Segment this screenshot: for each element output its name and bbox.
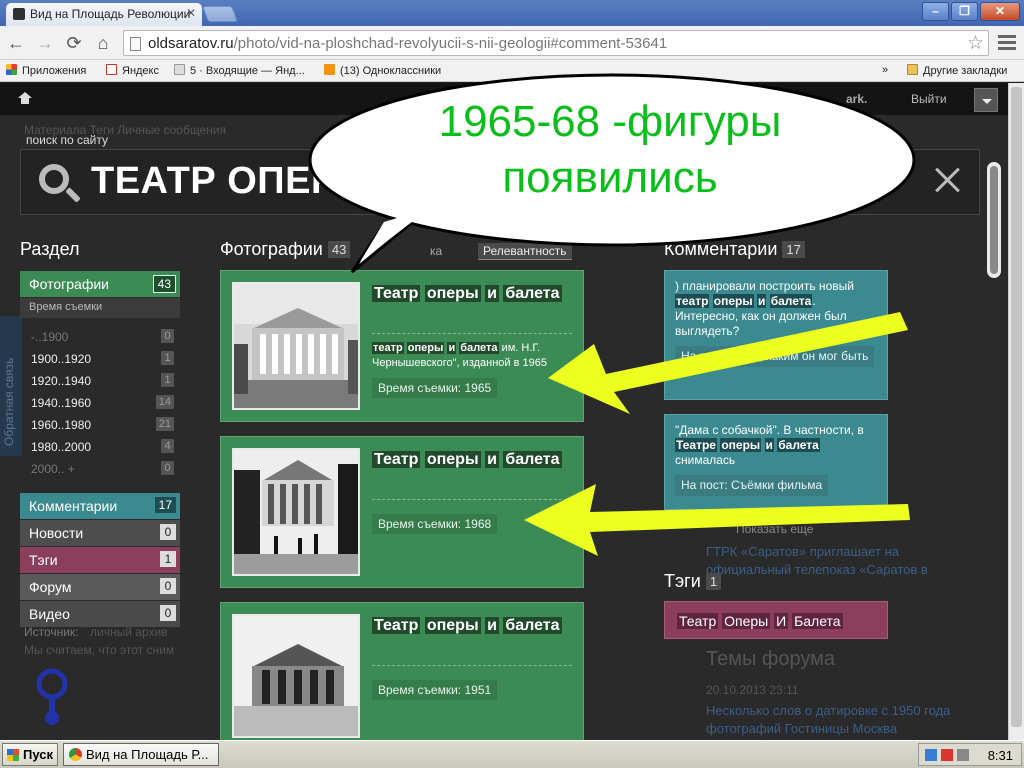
callout-line-1: 1965-68 -фигуры <box>438 97 782 146</box>
system-tray: 8:31 <box>918 743 1022 766</box>
taskbar-window-button[interactable]: Вид на Площадь Р... <box>63 743 219 766</box>
yellow-arrow-2 <box>524 484 910 556</box>
antivirus-icon[interactable] <box>941 749 953 761</box>
callout-text: 1965-68 -фигуры появились <box>330 94 890 206</box>
os-taskbar: Пуск Вид на Площадь Р... 8:31 <box>0 740 1024 768</box>
map-nav-control-icon[interactable] <box>34 668 70 726</box>
tray-icons <box>925 749 969 761</box>
volume-icon[interactable] <box>957 749 969 761</box>
start-button[interactable]: Пуск <box>2 743 58 766</box>
yellow-arrow-1 <box>548 312 908 414</box>
callout-line-2: появились <box>502 153 718 202</box>
tray-clock: 8:31 <box>987 748 1013 763</box>
network-icon[interactable] <box>925 749 937 761</box>
